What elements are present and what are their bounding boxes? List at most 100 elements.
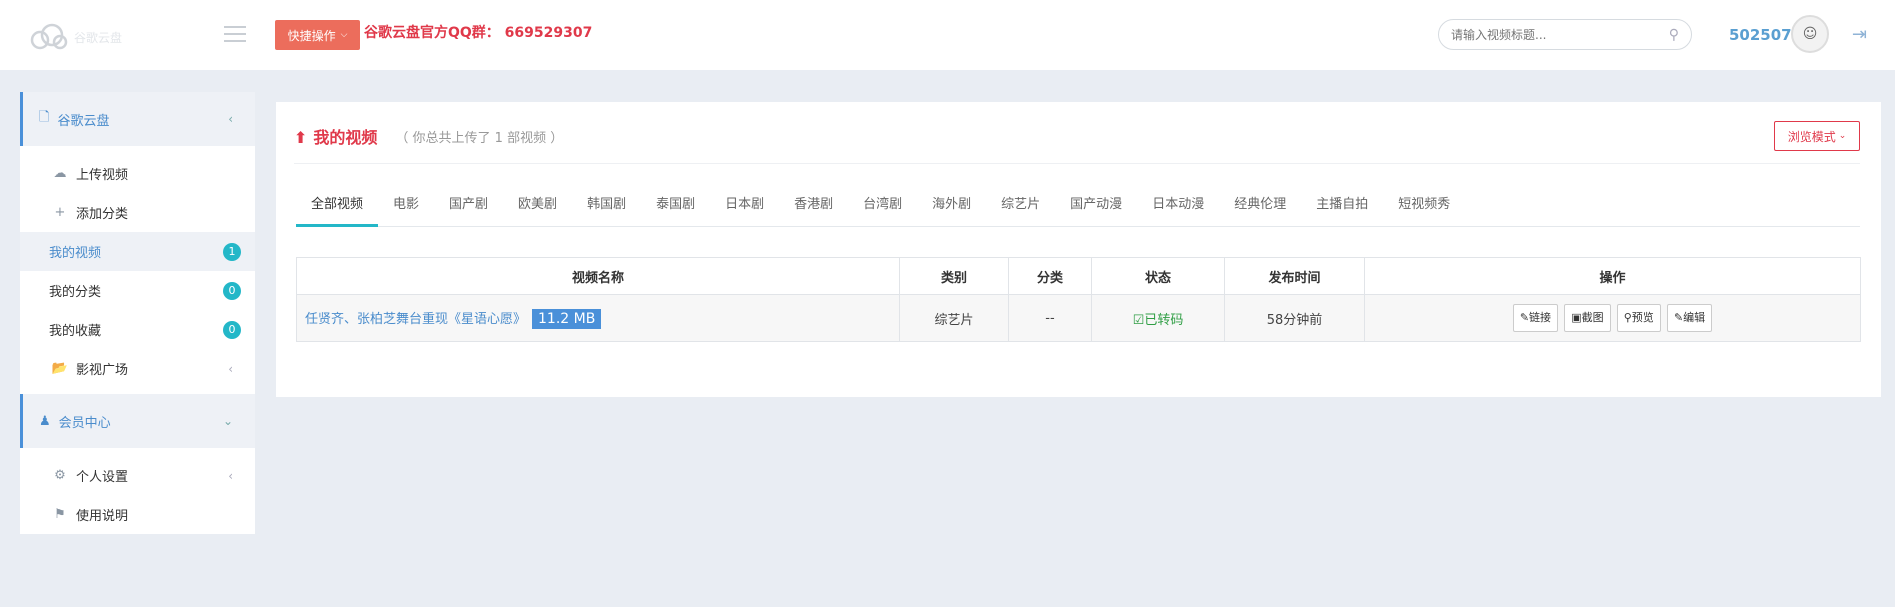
check-icon: ☑	[1132, 312, 1145, 328]
page-subtitle: （ 你总共上传了 1 部视频 ）	[395, 130, 564, 146]
browse-mode-button[interactable]: 浏览模式 ⌄	[1774, 121, 1860, 151]
tab-classic[interactable]: 经典伦理	[1219, 185, 1301, 227]
plus-icon: +	[54, 205, 66, 220]
tab-overseas-drama[interactable]: 海外剧	[917, 185, 986, 227]
sidebar-item-settings[interactable]: ⚙ 个人设置 ‹	[20, 456, 255, 495]
search-icon[interactable]: ⚲	[1669, 27, 1679, 43]
chevron-down-icon: ⌵	[340, 30, 348, 40]
col-header-category: 分类	[1008, 257, 1092, 295]
preview-label: 预览	[1631, 311, 1654, 324]
logo-text: 谷歌云盘	[74, 30, 123, 45]
tab-short-video[interactable]: 短视频秀	[1383, 185, 1465, 227]
table-header-row: 视频名称 类别 分类 状态 发布时间 操作	[296, 257, 1861, 295]
chevron-left-icon: ‹	[228, 361, 233, 376]
edit-icon: ✎	[1519, 311, 1530, 324]
category-tabs: 全部视频 电影 国产剧 欧美剧 韩国剧 泰国剧 日本剧 香港剧 台湾剧 海外剧 …	[296, 185, 1860, 227]
col-header-name: 视频名称	[296, 257, 900, 295]
chevron-down-icon: ⌄	[1838, 131, 1847, 141]
sidebar-item-label: 影视广场	[76, 363, 129, 378]
sidebar-item-label: 上传视频	[76, 168, 129, 183]
page-title: ⬆ 我的视频	[294, 124, 377, 148]
cloud-logo-icon	[30, 23, 68, 50]
chevron-left-icon: ‹	[228, 468, 233, 483]
tab-korean-drama[interactable]: 韩国剧	[572, 185, 641, 227]
sidebar-group-label: 会员中心	[58, 415, 111, 431]
cell-name: 任贤齐、张柏芝舞台重现《星语心愿》 11.2 MB	[296, 294, 900, 342]
screenshot-label: 截图	[1581, 311, 1604, 324]
col-header-type: 类别	[899, 257, 1009, 295]
logout-icon[interactable]: ⇥	[1852, 24, 1867, 45]
tab-domestic-drama[interactable]: 国产剧	[434, 185, 503, 227]
sidebar-group-cloud[interactable]: 🗋 谷歌云盘 ‹	[20, 92, 255, 146]
divider	[294, 163, 1860, 164]
sidebar-item-movie-plaza[interactable]: 📂 影视广场 ‹	[20, 349, 255, 388]
link-button[interactable]: ✎链接	[1512, 304, 1559, 332]
col-header-status: 状态	[1091, 257, 1225, 295]
folder-open-icon: 📂	[51, 361, 69, 376]
cloud-upload-icon: ☁	[53, 166, 67, 181]
sidebar-group-label: 谷歌云盘	[57, 113, 110, 129]
tab-variety[interactable]: 综艺片	[986, 185, 1055, 227]
search-box: ⚲	[1438, 19, 1692, 50]
sidebar-item-my-categories[interactable]: 我的分类 0	[20, 271, 255, 310]
search-input[interactable]	[1451, 27, 1669, 42]
sidebar-item-label: 我的视频	[49, 246, 102, 261]
tab-japanese-anime[interactable]: 日本动漫	[1137, 185, 1219, 227]
quick-actions-label: 快捷操作	[287, 28, 336, 43]
count-badge: 0	[223, 320, 241, 339]
cell-type: 综艺片	[899, 294, 1009, 342]
tab-thai-drama[interactable]: 泰国剧	[641, 185, 710, 227]
sidebar: 🗋 谷歌云盘 ‹ ☁ 上传视频 + 添加分类 我的视频 1 我的分类 0 我的收…	[20, 92, 255, 534]
table-row: 任贤齐、张柏芝舞台重现《星语心愿》 11.2 MB 综艺片 -- ☑已转码 58分…	[296, 294, 1861, 342]
menu-toggle-icon[interactable]	[224, 26, 246, 42]
cell-status: ☑已转码	[1091, 294, 1225, 342]
user-id[interactable]: 502507	[1729, 26, 1792, 44]
link-label: 链接	[1529, 311, 1552, 324]
tab-movie[interactable]: 电影	[378, 185, 434, 227]
tab-western-drama[interactable]: 欧美剧	[503, 185, 572, 227]
sidebar-group-member[interactable]: ♟ 会员中心 ⌄	[20, 394, 255, 448]
edit-button[interactable]: ✎编辑	[1666, 304, 1713, 332]
main-panel: ⬆ 我的视频 （ 你总共上传了 1 部视频 ） 浏览模式 ⌄ 全部视频 电影 国产…	[276, 102, 1881, 397]
count-badge: 0	[223, 281, 241, 300]
top-bar: 谷歌云盘 快捷操作 ⌵ 谷歌云盘官方QQ群： 669529307 ⚲ 50250…	[0, 0, 1895, 70]
upload-icon: ⬆	[294, 128, 308, 147]
sidebar-item-label: 我的分类	[49, 285, 102, 300]
sidebar-item-label: 使用说明	[76, 509, 129, 524]
chevron-left-icon: ‹	[228, 112, 233, 126]
logo[interactable]: 谷歌云盘	[28, 20, 158, 54]
edit-label: 编辑	[1683, 311, 1706, 324]
preview-button[interactable]: ⚲预览	[1616, 304, 1661, 332]
sidebar-item-add-category[interactable]: + 添加分类	[20, 193, 255, 232]
sidebar-item-help[interactable]: ⚑ 使用说明	[20, 495, 255, 534]
quick-actions-button[interactable]: 快捷操作 ⌵	[275, 20, 360, 50]
video-table: 视频名称 类别 分类 状态 发布时间 操作 任贤齐、张柏芝舞台重现《星语心愿》 1…	[296, 257, 1861, 342]
count-badge: 1	[223, 242, 241, 261]
cell-category: --	[1008, 294, 1092, 342]
tab-domestic-anime[interactable]: 国产动漫	[1055, 185, 1137, 227]
col-header-actions: 操作	[1364, 257, 1861, 295]
tab-taiwan-drama[interactable]: 台湾剧	[848, 185, 917, 227]
tab-streamer[interactable]: 主播自拍	[1301, 185, 1383, 227]
avatar[interactable]: ☺	[1791, 15, 1829, 53]
browse-mode-label: 浏览模式	[1787, 129, 1836, 144]
tab-all[interactable]: 全部视频	[296, 185, 379, 227]
search-icon: ⚲	[1623, 311, 1632, 324]
sidebar-item-my-videos[interactable]: 我的视频 1	[20, 232, 255, 271]
size-badge: 11.2 MB	[532, 308, 602, 329]
sidebar-item-label: 我的收藏	[49, 324, 102, 339]
sidebar-item-upload[interactable]: ☁ 上传视频	[20, 154, 255, 193]
video-title-link[interactable]: 任贤齐、张柏芝舞台重现《星语心愿》	[305, 312, 526, 327]
tab-hk-drama[interactable]: 香港剧	[779, 185, 848, 227]
flag-icon: ⚑	[54, 507, 66, 522]
edit-icon: ✎	[1673, 311, 1684, 324]
status-text: 已转码	[1144, 312, 1184, 328]
tab-japanese-drama[interactable]: 日本剧	[710, 185, 779, 227]
chevron-down-icon: ⌄	[222, 414, 233, 428]
cell-actions: ✎链接 ▣截图 ⚲预览 ✎编辑	[1364, 294, 1861, 342]
col-header-time: 发布时间	[1224, 257, 1365, 295]
sidebar-item-favorites[interactable]: 我的收藏 0	[20, 310, 255, 349]
screenshot-button[interactable]: ▣截图	[1564, 304, 1611, 332]
qq-group-notice: 谷歌云盘官方QQ群： 669529307	[364, 25, 593, 41]
cell-time: 58分钟前	[1224, 294, 1365, 342]
